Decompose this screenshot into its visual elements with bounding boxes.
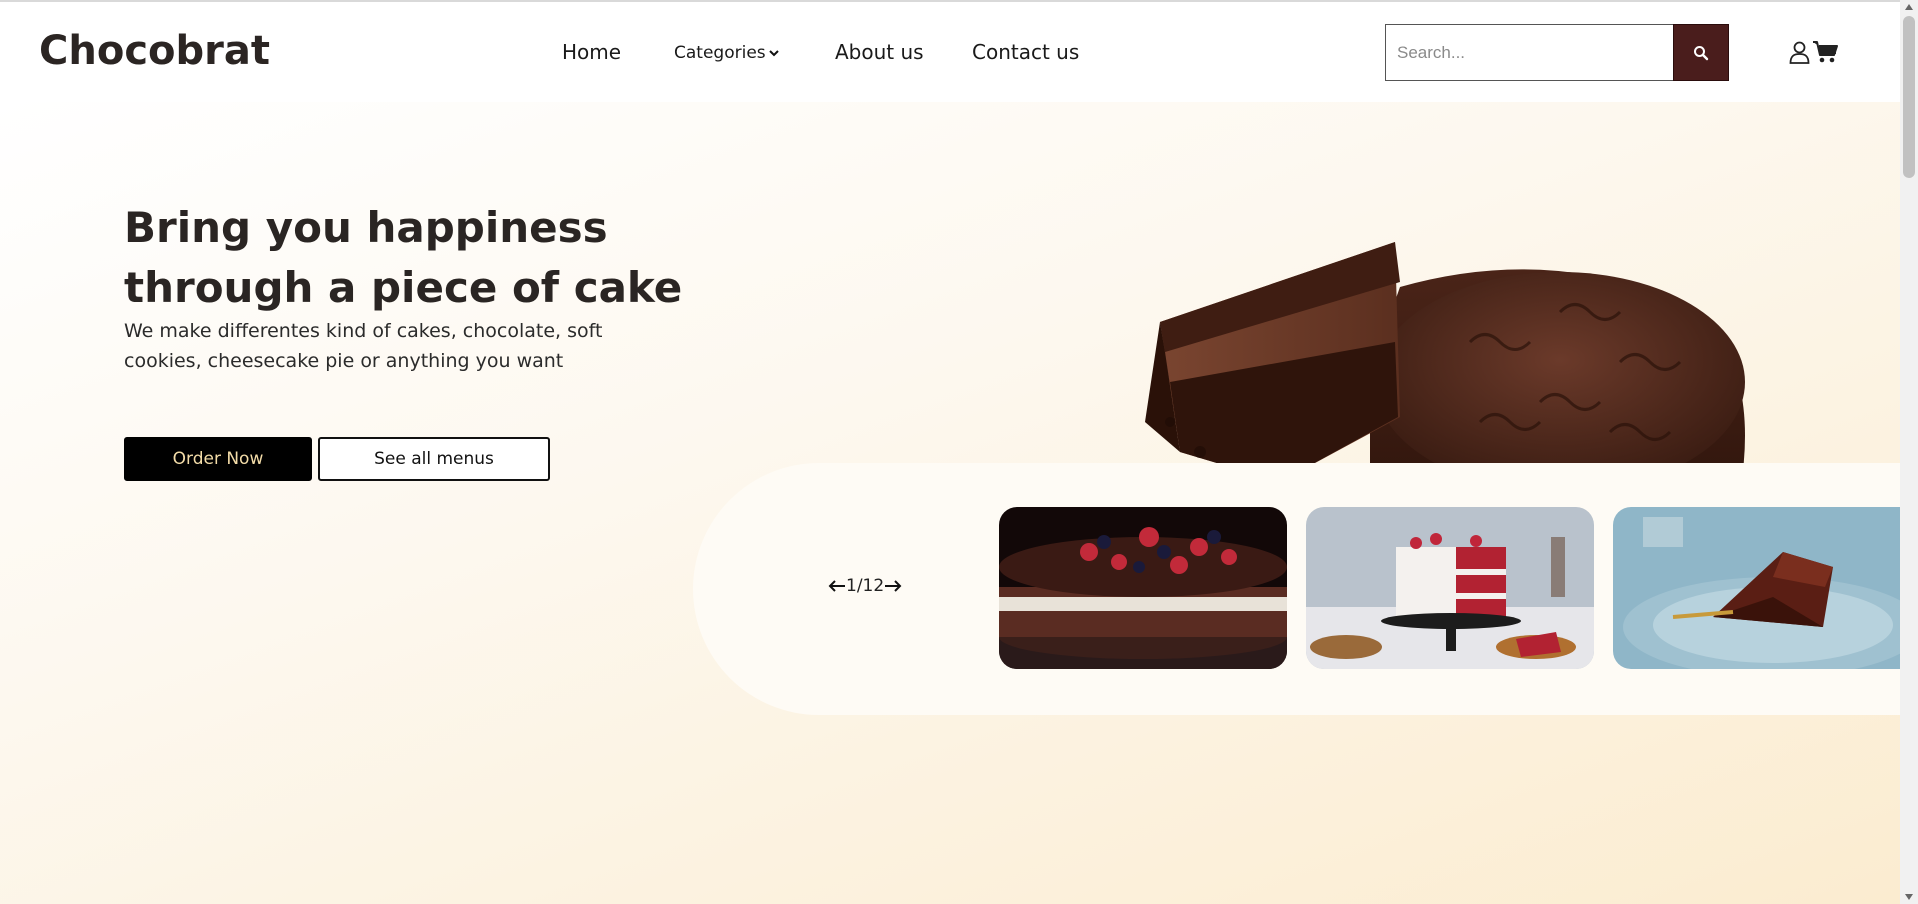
hero-title: Bring you happiness through a piece of c… — [124, 203, 683, 312]
scroll-up-arrow[interactable] — [1905, 4, 1913, 10]
hero-subtitle: We make differentes kind of cakes, choco… — [124, 320, 603, 372]
user-icon[interactable] — [1789, 41, 1810, 64]
berry-cake-image — [999, 507, 1287, 669]
arrow-left-icon[interactable] — [828, 579, 846, 593]
page-scrollbar[interactable] — [1900, 0, 1918, 904]
carousel-thumbnail[interactable] — [999, 507, 1287, 669]
nav-about[interactable]: About us — [835, 40, 924, 64]
carousel-thumbnail[interactable] — [1613, 507, 1900, 669]
nav-home[interactable]: Home — [562, 40, 621, 64]
search-button[interactable] — [1673, 24, 1729, 81]
nav-contact[interactable]: Contact us — [972, 40, 1079, 64]
chevron-down-icon — [768, 50, 779, 57]
chocolate-slice-image — [1613, 507, 1900, 669]
nav-categories[interactable]: Categories — [674, 43, 780, 63]
see-all-menus-button[interactable]: See all menus — [318, 437, 550, 481]
carousel-thumbnail[interactable] — [1306, 507, 1594, 669]
red-velvet-cake-image — [1306, 507, 1594, 669]
search-input[interactable] — [1385, 24, 1674, 81]
order-now-button[interactable]: Order Now — [124, 437, 312, 481]
nav-categories-label: Categories — [674, 43, 766, 63]
scroll-down-arrow[interactable] — [1905, 894, 1913, 900]
scroll-thumb[interactable] — [1903, 16, 1915, 178]
cart-icon[interactable] — [1813, 40, 1839, 64]
search-icon — [1694, 45, 1709, 60]
carousel-counter: 1/12 — [846, 576, 885, 596]
carousel-pager: 1/12 — [828, 576, 902, 596]
arrow-right-icon[interactable] — [884, 579, 902, 593]
site-logo[interactable]: Chocobrat — [39, 28, 270, 74]
site-header: Chocobrat Home Categories About us Conta… — [0, 2, 1900, 102]
